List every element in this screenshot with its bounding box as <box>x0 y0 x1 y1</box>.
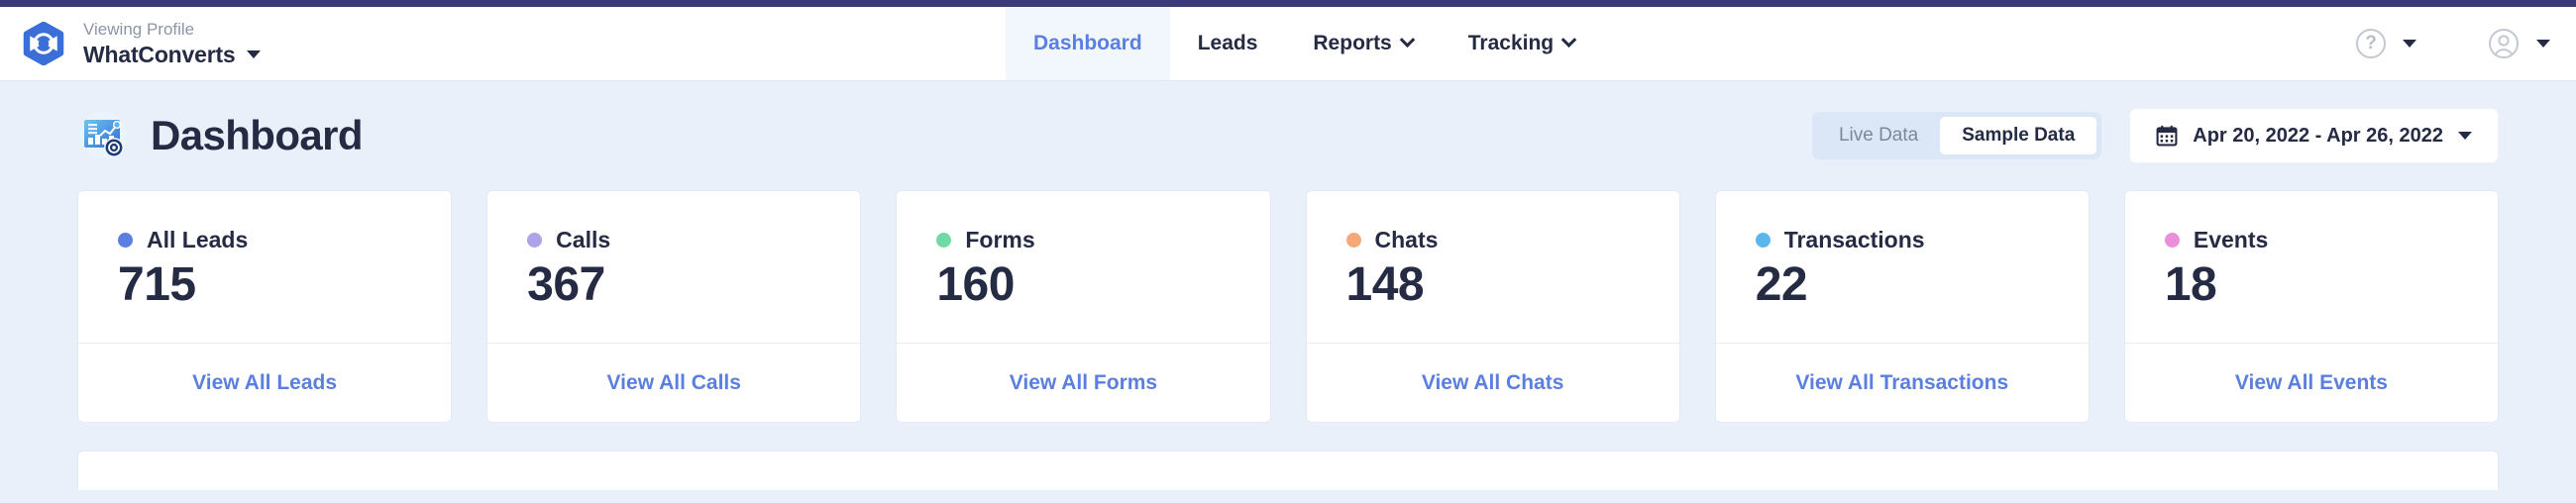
metric-card-transactions: Transactions 22 View All Transactions <box>1714 190 2090 423</box>
card-footer: View All Calls <box>487 343 861 422</box>
metric-label: All Leads <box>147 227 249 252</box>
toggle-option-live-data[interactable]: Live Data <box>1817 117 1940 154</box>
metric-card-forms: Forms 160 View All Forms <box>896 190 1271 423</box>
card-body: Transactions 22 <box>1716 191 2089 343</box>
metric-card-all-leads: All Leads 715 View All Leads <box>77 190 453 423</box>
date-range-value: Apr 20, 2022 - Apr 26, 2022 <box>2193 124 2443 147</box>
nav-item-dashboard[interactable]: Dashboard <box>1006 7 1170 80</box>
metric-header: Events <box>2164 227 2458 253</box>
metric-card-chats: Chats 148 View All Chats <box>1305 190 1680 423</box>
page-header-row: Dashboard Live Data Sample Data Apr 20, … <box>77 81 2499 190</box>
page-title: Dashboard <box>151 112 364 158</box>
card-footer: View All Forms <box>897 343 1270 422</box>
header-right-actions: ? <box>2356 7 2550 80</box>
metric-cards-row: All Leads 715 View All Leads Calls 367 V… <box>77 190 2500 423</box>
metric-value: 160 <box>936 258 1015 311</box>
question-mark-circle-icon[interactable]: ? <box>2356 29 2386 58</box>
nav-label: Reports <box>1313 32 1392 54</box>
metric-card-calls: Calls 367 View All Calls <box>486 190 862 423</box>
account-menu[interactable] <box>2488 28 2550 59</box>
status-dot <box>118 233 133 248</box>
card-body: Calls 367 <box>487 191 860 343</box>
metric-label: Forms <box>965 227 1035 252</box>
metric-value: 715 <box>118 258 196 311</box>
whatconverts-hex-logo-icon[interactable] <box>22 22 65 65</box>
status-dot <box>2164 233 2180 248</box>
metric-header: All Leads <box>118 227 411 253</box>
profile-switcher[interactable]: Viewing Profile WhatConverts <box>83 19 261 67</box>
metric-value: 148 <box>1345 258 1425 311</box>
analytics-dashboard-icon <box>77 110 129 161</box>
chevron-down-icon <box>1560 31 1577 48</box>
card-body: Forms 160 <box>897 191 1269 343</box>
metric-label: Calls <box>556 227 611 252</box>
chevron-down-icon[interactable] <box>2403 40 2416 48</box>
nav-item-tracking[interactable]: Tracking <box>1441 7 1602 80</box>
page-header-controls: Live Data Sample Data Apr 20, 2022 - Apr… <box>1811 108 2499 163</box>
chevron-down-icon[interactable] <box>246 50 261 59</box>
chevron-down-icon[interactable] <box>2458 132 2472 140</box>
card-body: Events 18 <box>2125 191 2498 343</box>
status-dot <box>1345 233 1361 248</box>
view-all-link[interactable]: View All Forms <box>1010 371 1157 395</box>
metric-label: Events <box>2193 227 2269 252</box>
help-menu[interactable]: ? <box>2356 29 2416 58</box>
calendar-icon <box>2156 125 2178 147</box>
card-body: Chats 148 <box>1307 191 1679 343</box>
metric-header: Calls <box>527 227 820 253</box>
view-all-link[interactable]: View All Events <box>2235 371 2388 395</box>
view-all-link[interactable]: View All Transactions <box>1795 371 2008 395</box>
next-section-row <box>77 451 2499 490</box>
chevron-down-icon <box>1399 31 1416 48</box>
profile-caption: Viewing Profile <box>83 20 195 40</box>
card-footer: View All Chats <box>1306 343 1679 422</box>
metric-label: Chats <box>1374 227 1439 252</box>
nav-label: Dashboard <box>1033 32 1142 54</box>
chevron-down-icon[interactable] <box>2536 40 2550 48</box>
app-header: Viewing Profile WhatConverts Dashboard L… <box>0 7 2576 81</box>
page-title-group: Dashboard <box>77 110 364 161</box>
status-dot <box>1755 233 1771 248</box>
view-all-link[interactable]: View All Leads <box>192 371 337 395</box>
nav-label: Tracking <box>1467 32 1555 54</box>
metric-value: 367 <box>527 258 605 311</box>
card-body: All Leads 715 <box>78 191 451 343</box>
view-all-link[interactable]: View All Chats <box>1422 371 1564 395</box>
nav-item-reports[interactable]: Reports <box>1285 7 1440 80</box>
brand-area: Viewing Profile WhatConverts <box>0 7 261 80</box>
metric-card-events: Events 18 View All Events <box>2123 190 2500 423</box>
metric-header: Forms <box>936 227 1230 253</box>
toggle-option-sample-data[interactable]: Sample Data <box>1940 117 2097 154</box>
view-all-link[interactable]: View All Calls <box>607 371 741 395</box>
metric-header: Transactions <box>1755 227 2049 253</box>
page-content: Dashboard Live Data Sample Data Apr 20, … <box>0 81 2576 490</box>
metric-label: Transactions <box>1783 227 1925 252</box>
card-footer: View All Leads <box>78 343 452 422</box>
user-avatar-icon[interactable] <box>2488 28 2520 59</box>
status-dot <box>936 233 952 248</box>
metric-header: Chats <box>1345 227 1640 253</box>
date-range-picker[interactable]: Apr 20, 2022 - Apr 26, 2022 <box>2129 108 2499 163</box>
nav-item-leads[interactable]: Leads <box>1170 7 1286 80</box>
card-footer: View All Transactions <box>1715 343 2089 422</box>
card-footer: View All Events <box>2124 343 2499 422</box>
metric-value: 22 <box>1755 258 1808 311</box>
status-dot <box>527 233 543 248</box>
metric-value: 18 <box>2164 258 2217 311</box>
top-accent-bar <box>0 0 2576 7</box>
nav-label: Leads <box>1197 32 1258 54</box>
data-source-toggle[interactable]: Live Data Sample Data <box>1811 112 2102 159</box>
next-section-card <box>77 451 2499 490</box>
main-navigation: Dashboard Leads Reports Tracking <box>1006 7 1602 80</box>
profile-name: WhatConverts <box>83 41 236 67</box>
